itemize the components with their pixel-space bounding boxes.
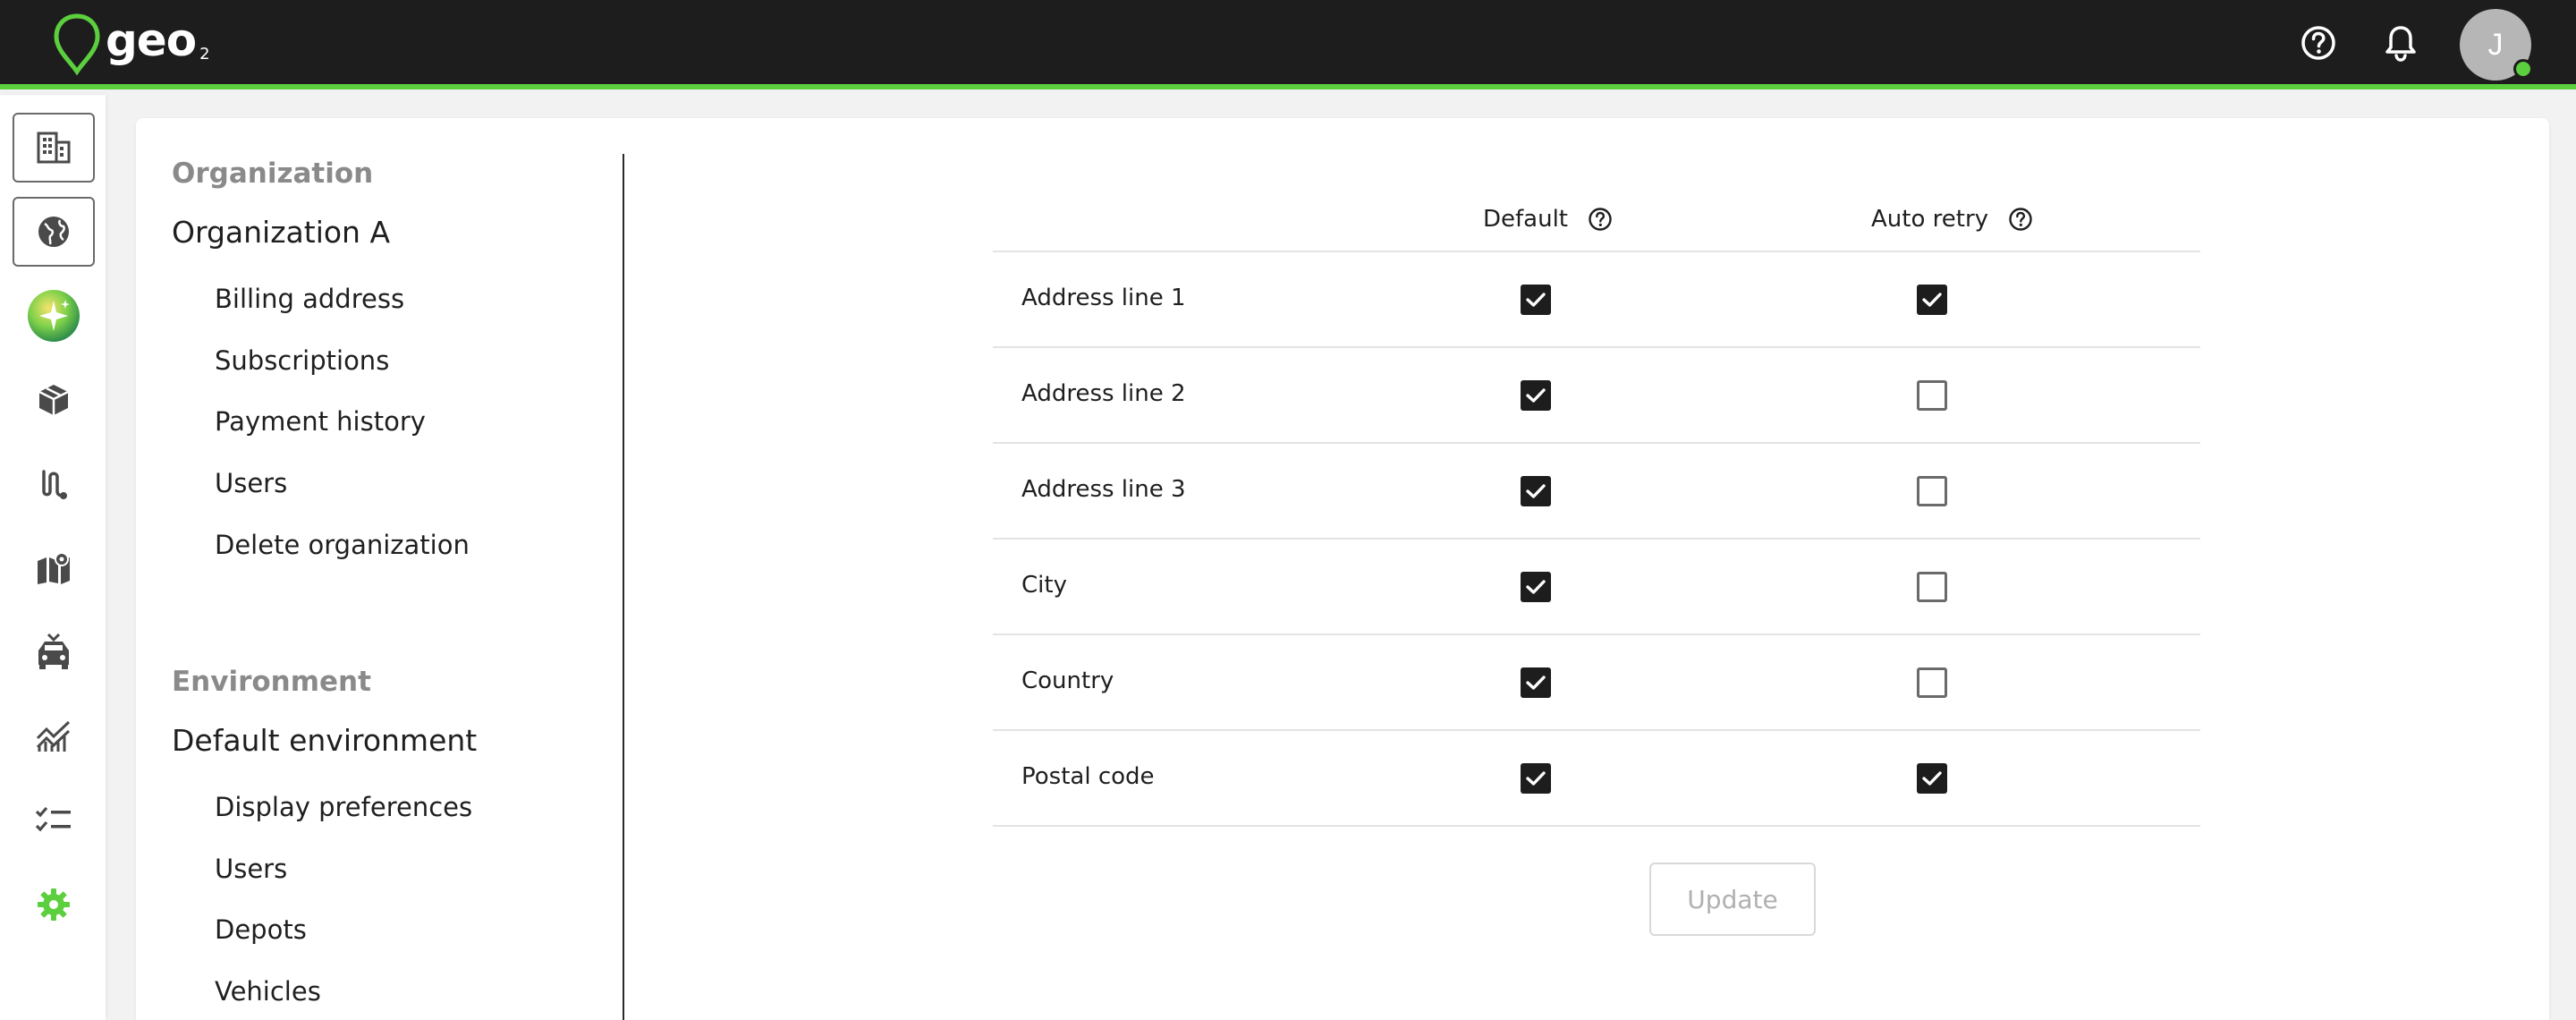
column-label-default: Default (1483, 206, 1568, 233)
row-label: Address line 3 (1021, 476, 1186, 503)
default-help-icon[interactable] (1588, 207, 1613, 232)
checkmark-icon (1526, 484, 1546, 498)
table-row: Postal code (993, 731, 2200, 827)
update-button[interactable]: Update (1649, 863, 1816, 936)
checkmark-icon (1526, 771, 1546, 786)
settings-navigation: Organization Organization A Billing addr… (136, 118, 624, 1020)
organization-name: Organization A (172, 215, 391, 250)
nav-link-display-preferences[interactable]: Display preferences (215, 792, 472, 822)
rail-item-settings[interactable] (13, 870, 95, 939)
table-row: Address line 2 (993, 348, 2200, 444)
rail-item-map[interactable] (13, 533, 95, 603)
table-row: Country (993, 635, 2200, 731)
auto-retry-checkbox[interactable] (1917, 667, 1947, 698)
rail-item-vehicles[interactable] (13, 617, 95, 687)
checklist-icon (35, 806, 71, 832)
table-header: Default Auto retry (993, 190, 2200, 252)
default-checkbox[interactable] (1521, 763, 1551, 794)
column-label-auto-retry: Auto retry (1871, 206, 1989, 233)
default-checkbox[interactable] (1521, 476, 1551, 506)
nav-link-delete-organization[interactable]: Delete organization (215, 530, 470, 560)
row-label: Address line 1 (1021, 285, 1186, 311)
analytics-icon (36, 720, 71, 752)
checkmark-icon (1526, 580, 1546, 594)
rail-item-tasks[interactable] (13, 786, 95, 855)
environment-name: Default environment (172, 723, 478, 758)
default-checkbox[interactable] (1521, 380, 1551, 411)
nav-link-organization-users[interactable]: Users (215, 468, 287, 498)
sparkle-icon (28, 290, 80, 342)
rail-item-ai-assistant[interactable] (13, 281, 95, 351)
location-pin-logo-icon (54, 13, 100, 75)
auto-retry-checkbox[interactable] (1917, 572, 1947, 602)
row-label: Address line 2 (1021, 380, 1186, 407)
logo-subscript: 2 (199, 45, 210, 64)
nav-link-depots[interactable]: Depots (215, 914, 307, 945)
row-label: Postal code (1021, 763, 1155, 790)
help-icon[interactable] (2297, 21, 2340, 64)
nav-link-subscriptions[interactable]: Subscriptions (215, 345, 389, 376)
table-body: Address line 1 Address line 2 Address line… (993, 252, 2200, 827)
row-label: Country (1021, 667, 1114, 694)
nav-link-environment-users[interactable]: Users (215, 854, 287, 884)
geo-logo[interactable]: geo 2 (52, 13, 210, 75)
auto-retry-help-icon[interactable] (2008, 207, 2033, 232)
vehicle-icon (38, 633, 69, 669)
package-icon (38, 385, 69, 415)
auto-retry-checkbox[interactable] (1917, 285, 1947, 315)
settings-panel: Organization Organization A Billing addr… (136, 118, 2549, 1020)
nav-divider (623, 154, 624, 1020)
default-checkbox[interactable] (1521, 667, 1551, 698)
table-row: City (993, 540, 2200, 635)
auto-retry-checkbox[interactable] (1917, 380, 1947, 411)
checkmark-icon (1922, 293, 1942, 307)
rail-item-orders[interactable] (13, 365, 95, 435)
auto-retry-checkbox[interactable] (1917, 763, 1947, 794)
nav-link-payment-history[interactable]: Payment history (215, 406, 426, 437)
checkmark-icon (1526, 293, 1546, 307)
table-row: Address line 1 (993, 252, 2200, 348)
row-label: City (1021, 572, 1067, 599)
default-checkbox[interactable] (1521, 285, 1551, 315)
left-navigation-rail (0, 95, 106, 1020)
default-checkbox[interactable] (1521, 572, 1551, 602)
user-avatar[interactable]: J (2460, 9, 2533, 81)
globe-icon (38, 217, 69, 247)
table-row: Address line 3 (993, 444, 2200, 540)
checkmark-icon (1526, 676, 1546, 690)
organization-section-title: Organization (172, 157, 374, 190)
environment-section-title: Environment (172, 666, 371, 698)
column-header-auto-retry: Auto retry (1871, 206, 2033, 233)
rail-item-routes[interactable] (13, 449, 95, 519)
top-app-bar: geo 2 J (0, 0, 2576, 89)
rail-item-analytics[interactable] (13, 701, 95, 771)
nav-link-vehicles[interactable]: Vehicles (215, 976, 321, 1007)
building-icon (37, 132, 71, 164)
column-header-default: Default (1483, 206, 1613, 233)
avatar-initial: J (2487, 27, 2504, 62)
rail-item-environment[interactable] (13, 197, 95, 267)
notification-bell-icon[interactable] (2379, 21, 2422, 64)
rail-item-organization[interactable] (13, 113, 95, 183)
checkmark-icon (1922, 771, 1942, 786)
address-fields-table: Default Auto retry Address line 1 Address… (993, 190, 2200, 827)
nav-link-billing-address[interactable]: Billing address (215, 284, 404, 314)
map-icon (38, 552, 70, 584)
route-icon (42, 470, 67, 499)
checkmark-icon (1526, 388, 1546, 403)
auto-retry-checkbox[interactable] (1917, 476, 1947, 506)
logo-wordmark: geo (106, 14, 197, 66)
online-status-dot (2513, 59, 2533, 79)
settings-gear-icon (38, 888, 70, 921)
